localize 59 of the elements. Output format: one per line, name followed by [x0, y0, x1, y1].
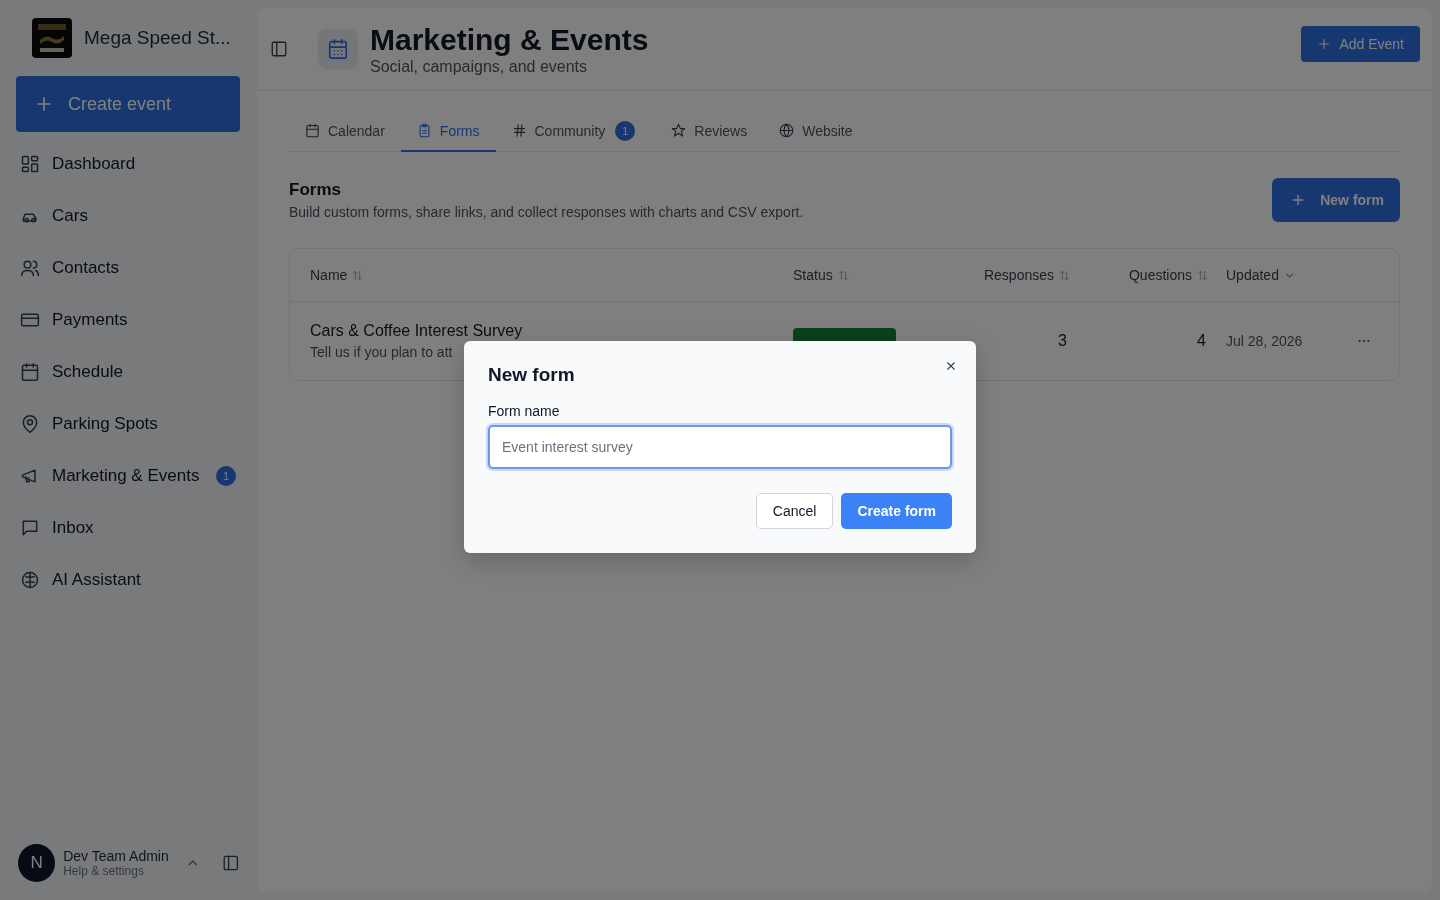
more-icon[interactable] [1357, 339, 1371, 343]
create-form-button[interactable]: Create form [841, 493, 952, 529]
clipboard-icon [416, 123, 432, 138]
column-header[interactable]: Questions [1125, 267, 1226, 283]
brand-name: Mega Speed St... [84, 27, 231, 49]
section-description: Build custom forms, share links, and collect responses with charts and CSV export. [289, 204, 804, 220]
avatar[interactable]: N [18, 844, 56, 882]
sidebar-item[interactable]: Marketing & Events 1 [16, 450, 240, 502]
page-subtitle: Social, campaigns, and events [370, 58, 588, 76]
card-icon [20, 310, 40, 330]
plus-icon [34, 94, 54, 114]
sidebar-item[interactable]: AI Assistant [16, 554, 240, 606]
table-cell-text: Jul 28, 2026 [1226, 333, 1304, 349]
form-description: Tell us if you plan to att [310, 344, 454, 360]
tab[interactable]: Forms [400, 111, 496, 152]
users-icon [20, 258, 40, 278]
count-badge: 1 [615, 120, 636, 141]
user-subtitle: Help & settings [63, 864, 145, 878]
sidebar-toggle-icon[interactable] [270, 40, 288, 58]
column-header[interactable]: Updated [1226, 267, 1351, 283]
table-cell-text: 4 [1196, 332, 1207, 350]
sidebar-item[interactable]: Inbox [16, 502, 240, 554]
hash-icon [511, 123, 527, 138]
sidebar-item[interactable]: Payments [16, 294, 240, 346]
tab[interactable]: Website [763, 111, 869, 152]
column-header[interactable]: Responses [983, 267, 1125, 283]
column-header[interactable]: Status [793, 267, 983, 283]
page-title: Marketing & Events [370, 22, 650, 58]
form-name-field[interactable]: Event interest survey [488, 425, 952, 469]
section-title: Forms [289, 180, 342, 200]
form-name[interactable]: Cars & Coffee Interest Survey [310, 322, 793, 340]
cancel-button[interactable]: Cancel [755, 493, 834, 529]
sidebar-item[interactable]: Schedule [16, 346, 240, 398]
sidebar-toggle-icon[interactable] [222, 854, 240, 872]
count-badge: 1 [216, 466, 236, 486]
tab[interactable]: Community 1 [495, 111, 656, 152]
add-event-button[interactable]: Add Event [1301, 26, 1420, 62]
tab[interactable]: Reviews [655, 111, 764, 152]
sidebar-item[interactable]: Dashboard [16, 138, 240, 190]
map-pin-icon [20, 414, 40, 434]
column-header[interactable]: Name [310, 267, 793, 283]
calendar-icon [318, 29, 358, 69]
user-name: Dev Team Admin [63, 848, 169, 864]
calendar-icon [20, 362, 40, 382]
plus-icon [1317, 37, 1332, 51]
new-form-button[interactable]: New form [1272, 178, 1400, 222]
chat-bubble-icon [20, 518, 40, 538]
star-icon [671, 123, 687, 138]
grid-icon [20, 154, 40, 174]
dialog-title: New form [488, 363, 576, 387]
sidebar-item[interactable]: Contacts [16, 242, 240, 294]
field-label: Form name [488, 403, 561, 419]
globe-icon [779, 123, 795, 138]
create-event-button[interactable]: Create event [16, 76, 240, 132]
tab[interactable]: Calendar [289, 111, 401, 152]
calendar-icon [305, 123, 320, 138]
sidebar-item[interactable]: Parking Spots [16, 398, 240, 450]
table-cell-text: 3 [1057, 332, 1068, 350]
sidebar-item[interactable]: Cars [16, 190, 240, 242]
